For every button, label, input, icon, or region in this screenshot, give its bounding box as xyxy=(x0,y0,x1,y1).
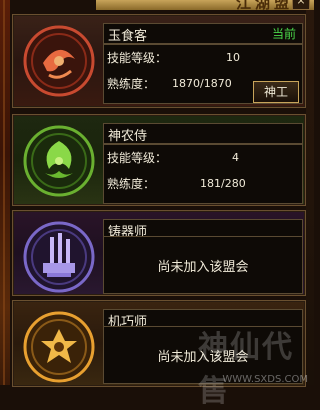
skill-level-value: 4 xyxy=(232,151,239,164)
profession-info-box: 技能等级： 10 熟练度： 1870/1870 神工 xyxy=(103,44,303,104)
proficiency-value: 181/280 xyxy=(200,177,246,190)
proficiency-label: 熟练度： xyxy=(107,177,156,191)
forging-emblem-icon xyxy=(19,217,99,297)
herbalism-emblem-icon xyxy=(19,121,99,201)
profession-panel-shennongshi[interactable]: 神农侍 技能等级： 4 熟练度： 181/280 xyxy=(12,114,306,206)
left-frame-edge xyxy=(0,0,10,385)
window-titlebar: 江湖盟会 × xyxy=(96,0,314,12)
profession-panel-yushike[interactable]: 玉食客 当前 技能等级： 10 熟练度： 1870/1870 神工 xyxy=(12,14,306,108)
profession-name: 神农侍 xyxy=(108,129,148,144)
skill-level-label: 技能等级： xyxy=(107,51,168,65)
profession-info-box: 技能等级： 4 熟练度： 181/280 xyxy=(103,144,303,204)
not-joined-box: 尚未加入该盟会 xyxy=(103,236,303,294)
profession-panel-zhuqishi[interactable]: 铸器师 尚未加入该盟会 xyxy=(12,210,306,296)
profession-name-bar: 玉食客 当前 xyxy=(103,23,303,44)
cooking-emblem-icon xyxy=(19,21,99,101)
watermark-url: WWW.SXDS.COM xyxy=(222,374,308,385)
profession-name-bar: 神农侍 xyxy=(103,123,303,144)
close-button[interactable]: × xyxy=(292,0,310,10)
mechanism-emblem-icon xyxy=(19,307,99,387)
not-joined-text: 尚未加入该盟会 xyxy=(157,260,249,275)
skill-level-value: 10 xyxy=(226,51,240,64)
shengong-button[interactable]: 神工 xyxy=(253,81,299,103)
profession-name: 玉食客 xyxy=(108,29,148,44)
proficiency-value: 1870/1870 xyxy=(172,77,232,90)
proficiency-label: 熟练度： xyxy=(107,77,156,91)
watermark-logo: 神仙代售 xyxy=(198,330,294,409)
skill-level-label: 技能等级： xyxy=(107,151,168,165)
current-badge: 当前 xyxy=(271,27,296,41)
